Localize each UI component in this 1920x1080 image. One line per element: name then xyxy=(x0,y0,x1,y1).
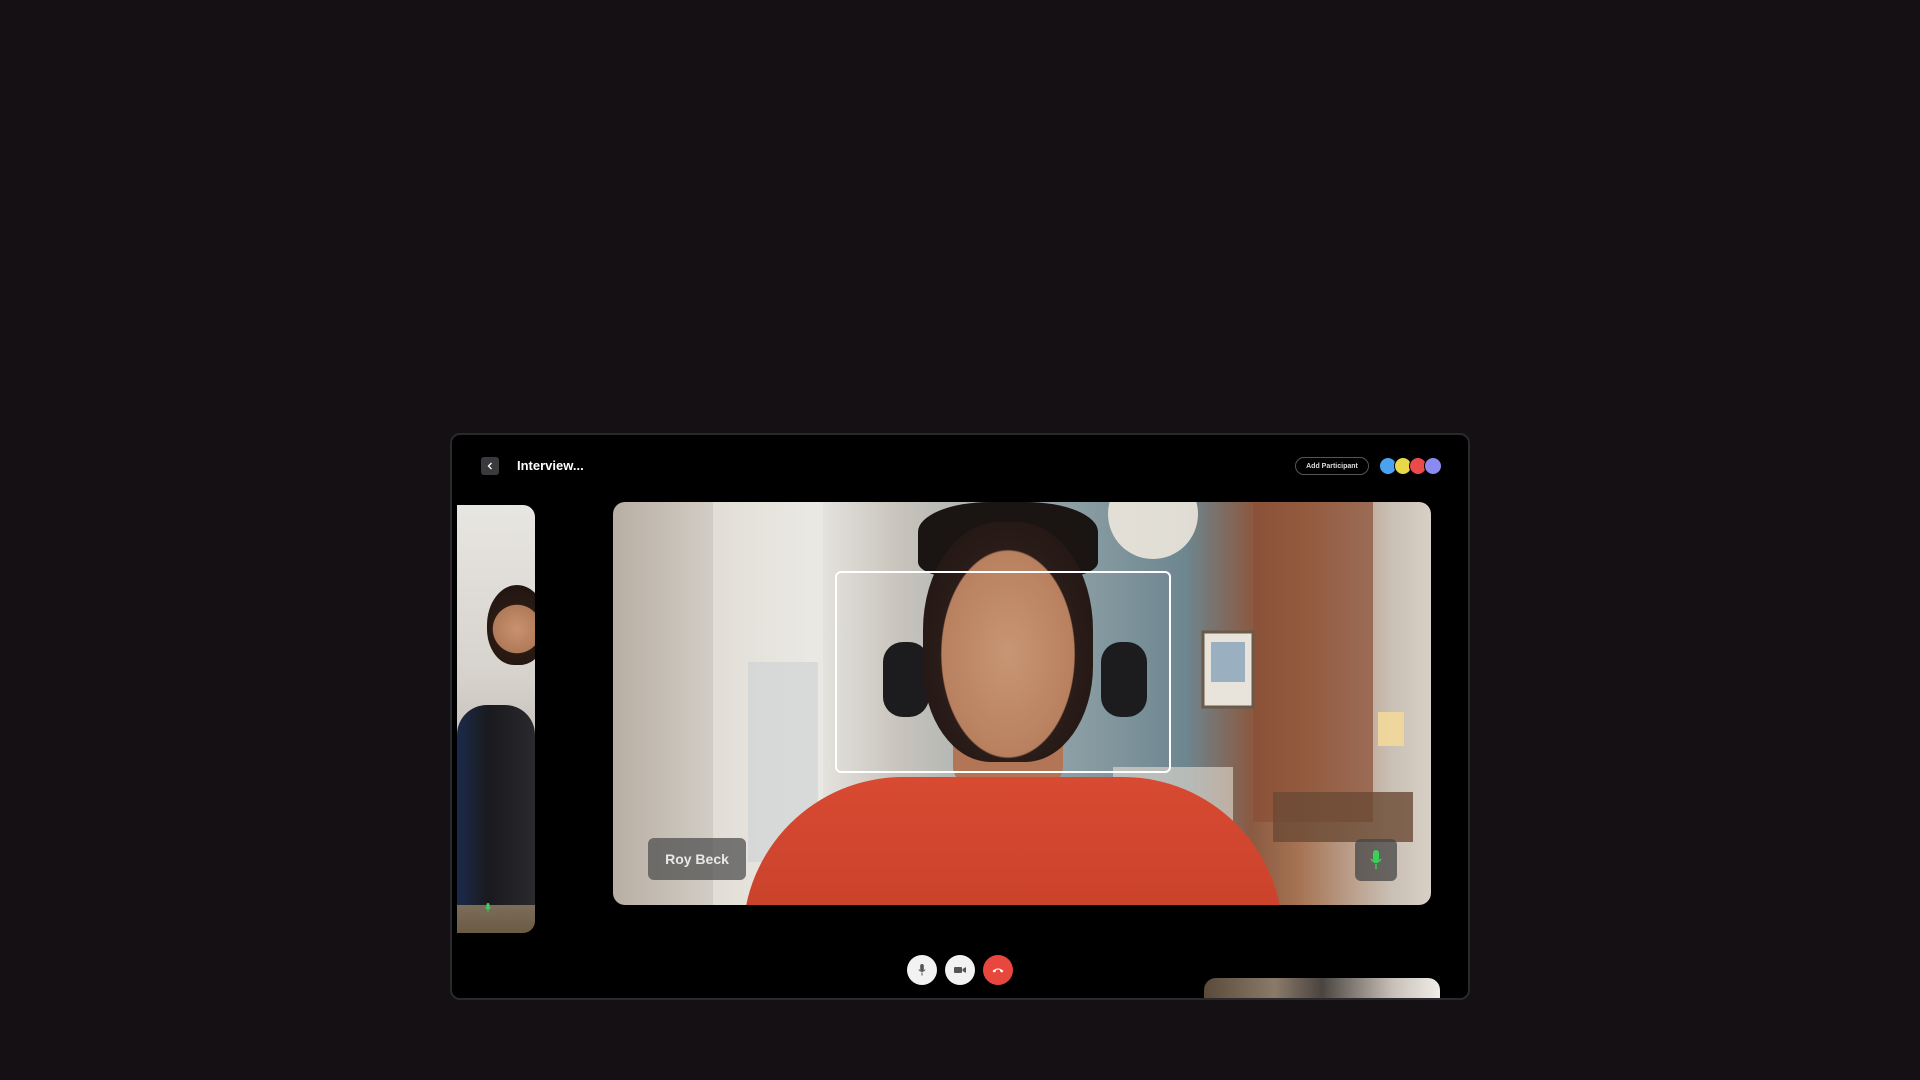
mic-indicator-icon xyxy=(481,901,495,915)
back-button[interactable] xyxy=(481,457,499,475)
participant-name-tag: Roy Beck xyxy=(648,838,746,880)
video-call-window: Interview... Add Participant Roy Beck xyxy=(450,433,1470,1000)
call-controls xyxy=(907,955,1013,985)
mic-icon xyxy=(918,964,926,976)
participant-mic-button[interactable] xyxy=(1355,839,1397,881)
camera-button[interactable] xyxy=(945,955,975,985)
participant-video-face xyxy=(487,585,535,665)
call-title: Interview... xyxy=(517,458,584,473)
participant-avatars[interactable] xyxy=(1379,457,1442,475)
mute-button[interactable] xyxy=(907,955,937,985)
end-call-button[interactable] xyxy=(983,955,1013,985)
main-video-tile[interactable]: Roy Beck xyxy=(613,502,1431,905)
add-participant-button[interactable]: Add Participant xyxy=(1295,457,1369,475)
phone-hangup-icon xyxy=(992,968,1004,973)
avatar[interactable] xyxy=(1424,457,1442,475)
side-participant-tile[interactable] xyxy=(457,505,535,933)
chevron-left-icon xyxy=(487,462,492,470)
mic-icon xyxy=(1370,850,1382,869)
participant-video-body xyxy=(457,705,535,905)
next-participant-tile[interactable] xyxy=(1204,978,1440,998)
video-camera-icon xyxy=(954,967,966,973)
face-detection-box xyxy=(835,571,1171,773)
